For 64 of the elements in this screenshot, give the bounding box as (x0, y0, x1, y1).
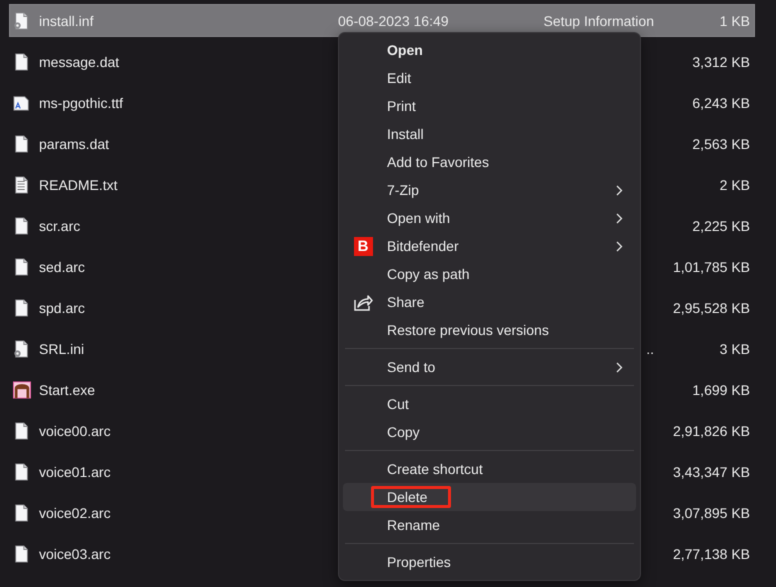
file-size: 3,312 KB (691, 54, 751, 70)
menu-item[interactable]: Rename (343, 511, 636, 539)
file-size: 1,699 KB (691, 382, 751, 398)
file-icon (13, 420, 31, 440)
file-size: 2,225 KB (691, 218, 751, 234)
menu-item[interactable]: Properties (343, 548, 636, 576)
file-size: 2,95,528 KB (672, 300, 751, 316)
file-name[interactable]: params.dat (39, 136, 338, 152)
file-type: .. (645, 340, 654, 356)
file-name[interactable]: SRL.ini (39, 340, 338, 356)
menu-item[interactable]: B Bitdefender (343, 232, 636, 260)
menu-item[interactable]: Restore previous versions (343, 316, 636, 344)
file-name[interactable]: sed.arc (39, 258, 338, 274)
file-icon (13, 216, 31, 236)
file-name[interactable]: voice01.arc (39, 464, 338, 480)
file-name[interactable]: ms-pgothic.ttf (39, 94, 338, 110)
file-name[interactable]: Start.exe (39, 382, 338, 398)
menu-item[interactable]: Open (343, 36, 636, 64)
file-icon (13, 502, 31, 522)
file-name[interactable]: voice00.arc (39, 422, 338, 438)
menu-item[interactable]: Print (343, 92, 636, 120)
menu-item[interactable]: Send to (343, 353, 636, 381)
file-name[interactable]: voice03.arc (39, 546, 338, 562)
file-icon (13, 52, 31, 72)
settings-file-icon (13, 10, 31, 30)
menu-item[interactable]: 7-Zip (343, 176, 636, 204)
menu-item[interactable]: Create shortcut (343, 455, 636, 483)
menu-item[interactable]: Copy (343, 418, 636, 446)
file-icon (13, 298, 31, 318)
menu-item[interactable]: Cut (343, 390, 636, 418)
file-size: 1,01,785 KB (672, 258, 751, 274)
file-name[interactable]: install.inf (39, 12, 338, 28)
file-size: 2,563 KB (691, 136, 751, 152)
file-size: 6,243 KB (691, 94, 751, 110)
share-icon (353, 293, 373, 311)
menu-item[interactable]: Delete (343, 483, 636, 511)
menu-item[interactable]: Share (343, 288, 636, 316)
app-icon (13, 380, 31, 400)
menu-item[interactable]: Open with (343, 204, 636, 232)
text-file-icon (13, 174, 31, 194)
file-size: 3,43,347 KB (672, 464, 751, 480)
menu-item[interactable]: Install (343, 120, 636, 148)
file-name[interactable]: scr.arc (39, 218, 338, 234)
file-icon (13, 544, 31, 564)
shield-badge-icon: B (354, 236, 372, 256)
file-type: Setup Information (542, 12, 654, 28)
file-icon (13, 462, 31, 482)
file-size: 2,91,826 KB (672, 422, 751, 438)
file-name[interactable]: README.txt (39, 176, 338, 192)
file-date: 06-08-2023 16:49 (338, 12, 450, 28)
file-size: 3 KB (718, 340, 751, 356)
menu-item[interactable]: Copy as path (343, 260, 636, 288)
settings-file-icon (13, 338, 31, 358)
menu-item[interactable]: Edit (343, 64, 636, 92)
file-size: 3,07,895 KB (672, 504, 751, 520)
file-name[interactable]: message.dat (39, 54, 338, 70)
file-size: 1 KB (718, 12, 751, 28)
file-icon (13, 134, 31, 154)
file-icon (13, 256, 31, 276)
menu-item[interactable]: Add to Favorites (343, 148, 636, 176)
file-name[interactable]: spd.arc (39, 300, 338, 316)
file-size: 2,77,138 KB (672, 546, 751, 562)
file-name[interactable]: voice02.arc (39, 504, 338, 520)
file-size: 2 KB (718, 176, 751, 192)
